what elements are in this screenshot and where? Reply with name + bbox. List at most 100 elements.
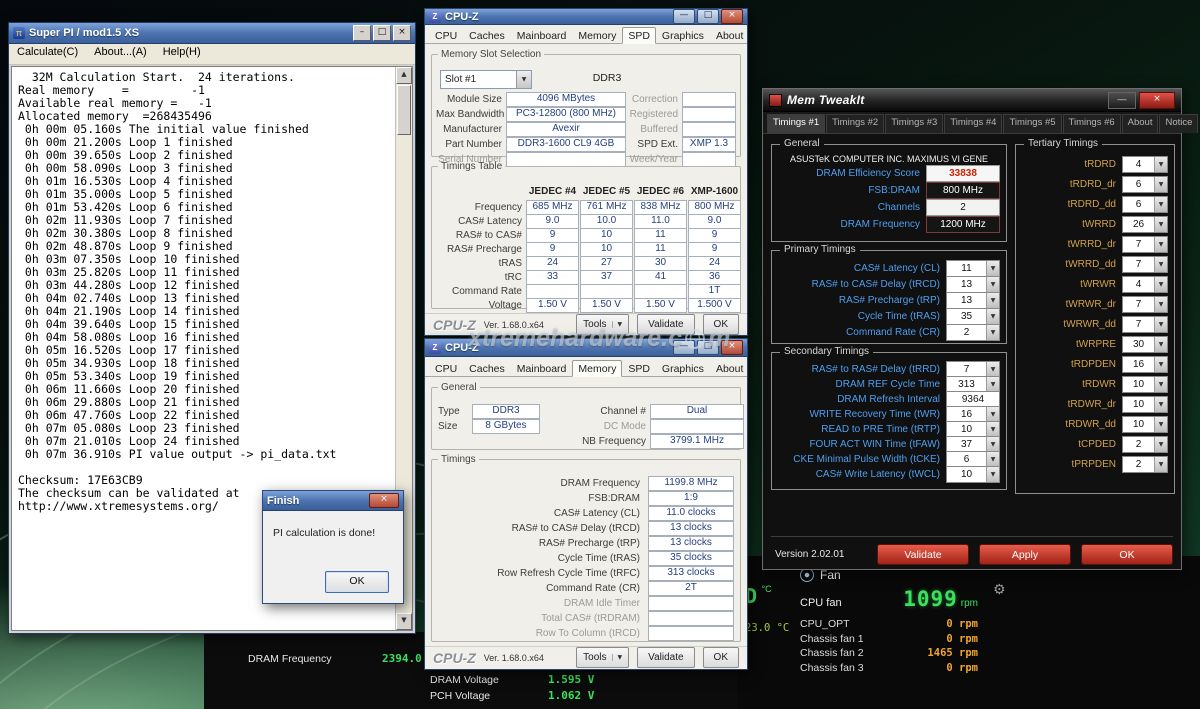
general-row: DRAM Efficiency Score33838 bbox=[772, 165, 1006, 182]
timing-value-combo[interactable]: 26▼ bbox=[1122, 216, 1168, 233]
timing-value-combo[interactable]: 4▼ bbox=[1122, 276, 1168, 293]
timing-value-combo[interactable]: 30▼ bbox=[1122, 336, 1168, 353]
minimize-icon[interactable]: — bbox=[673, 340, 695, 355]
tab-spd[interactable]: SPD bbox=[622, 27, 656, 44]
close-icon[interactable]: × bbox=[721, 340, 743, 355]
memtweakit-tab[interactable]: Timings #5 bbox=[1003, 114, 1061, 133]
gear-icon[interactable]: ⚙ bbox=[993, 582, 1006, 598]
timing-value-combo[interactable]: 10▼ bbox=[1122, 376, 1168, 393]
cpuz-memory-title: CPU-Z bbox=[445, 342, 479, 354]
timing-value-combo[interactable]: 7▼ bbox=[1122, 256, 1168, 273]
tab-graphics[interactable]: Graphics bbox=[656, 360, 710, 377]
maximize-icon[interactable]: □ bbox=[697, 340, 719, 355]
timing-value-combo[interactable]: 2▼ bbox=[946, 324, 1000, 341]
general-group-label: General bbox=[438, 382, 480, 393]
timing-value: 7 bbox=[1123, 259, 1154, 270]
close-icon[interactable]: × bbox=[369, 493, 399, 508]
tab-cpu[interactable]: CPU bbox=[429, 27, 463, 44]
ok-button[interactable]: OK bbox=[325, 571, 389, 593]
timing-value-combo[interactable]: 11▼ bbox=[946, 260, 1000, 277]
close-icon[interactable]: × bbox=[721, 9, 743, 24]
menu-item[interactable]: Calculate(C) bbox=[17, 46, 78, 64]
tools-button[interactable]: Tools ▼ bbox=[576, 314, 629, 335]
dropdown-arrow-icon: ▼ bbox=[1154, 177, 1167, 192]
fan-value: 0 rpm bbox=[946, 662, 978, 674]
timing-value-combo[interactable]: 10▼ bbox=[1122, 396, 1168, 413]
tab-mainboard[interactable]: Mainboard bbox=[511, 360, 573, 377]
tab-cpu[interactable]: CPU bbox=[429, 360, 463, 377]
timing-value-combo[interactable]: 16▼ bbox=[1122, 356, 1168, 373]
finish-titlebar[interactable]: Finish × bbox=[263, 491, 403, 511]
menu-item[interactable]: Help(H) bbox=[163, 46, 201, 64]
minimize-icon[interactable]: — bbox=[673, 9, 695, 24]
cpuz-memory-titlebar[interactable]: Z CPU-Z — □ × bbox=[425, 339, 747, 357]
tab-memory[interactable]: Memory bbox=[572, 27, 622, 44]
timing-value-combo[interactable]: 7▼ bbox=[1122, 316, 1168, 333]
timing-value-combo[interactable]: 6▼ bbox=[1122, 196, 1168, 213]
memtweakit-apply-button[interactable]: Apply bbox=[979, 544, 1071, 565]
dropdown-arrow-icon: ▼ bbox=[612, 321, 623, 328]
tab-caches[interactable]: Caches bbox=[463, 27, 511, 44]
timing-value-combo[interactable]: 4▼ bbox=[1122, 156, 1168, 173]
timing-value-combo[interactable]: 2▼ bbox=[1122, 436, 1168, 453]
close-icon[interactable]: × bbox=[1139, 92, 1175, 109]
timing-label: WRITE Recovery Time (tWR) bbox=[778, 409, 946, 420]
timing-row: tRDRD4▼ bbox=[1016, 154, 1174, 174]
dropdown-arrow-icon[interactable]: ▼ bbox=[516, 71, 531, 88]
cpuz-spd-titlebar[interactable]: Z CPU-Z — □ × bbox=[425, 9, 747, 25]
superpi-titlebar[interactable]: π Super PI / mod1.5 XS – □ × bbox=[9, 23, 415, 44]
timing-label: tRDWR_dd bbox=[1022, 419, 1122, 430]
maximize-icon[interactable]: □ bbox=[373, 25, 391, 41]
timing-value: 6 bbox=[947, 454, 986, 465]
maximize-icon[interactable]: □ bbox=[697, 9, 719, 24]
tab-about[interactable]: About bbox=[710, 27, 749, 44]
memtweakit-tab[interactable]: About bbox=[1122, 114, 1159, 133]
close-icon[interactable]: × bbox=[393, 25, 411, 41]
scrollbar-thumb[interactable] bbox=[397, 85, 411, 135]
memtweakit-tab[interactable]: Timings #3 bbox=[885, 114, 943, 133]
memtweakit-validate-button[interactable]: Validate bbox=[877, 544, 969, 565]
timing-value-combo[interactable]: 6▼ bbox=[1122, 176, 1168, 193]
timing-value: 10 bbox=[947, 424, 986, 435]
tools-button[interactable]: Tools ▼ bbox=[576, 647, 629, 668]
timing-value-combo[interactable]: 13▼ bbox=[946, 276, 1000, 293]
tab-mainboard[interactable]: Mainboard bbox=[511, 27, 573, 44]
scroll-up-icon[interactable]: ▲ bbox=[396, 67, 412, 84]
field-value bbox=[648, 611, 734, 626]
timing-value-combo[interactable]: 13▼ bbox=[946, 292, 1000, 309]
timing-value-combo[interactable]: 7▼ bbox=[1122, 296, 1168, 313]
timing-row: Cycle Time (tRAS)35▼ bbox=[772, 308, 1006, 324]
memtweakit-tab[interactable]: Notice bbox=[1159, 114, 1198, 133]
spd-cell: 685 MHz bbox=[526, 200, 579, 215]
memtweakit-tab[interactable]: Timings #4 bbox=[944, 114, 1002, 133]
minimize-icon[interactable]: — bbox=[1108, 92, 1136, 109]
general-label: FSB:DRAM bbox=[778, 185, 926, 196]
memtweakit-tab[interactable]: Timings #6 bbox=[1063, 114, 1121, 133]
timing-value-combo[interactable]: 2▼ bbox=[1122, 456, 1168, 473]
minimize-icon[interactable]: – bbox=[353, 25, 371, 41]
timing-value-combo[interactable]: 35▼ bbox=[946, 308, 1000, 325]
tab-about[interactable]: About bbox=[710, 360, 749, 377]
menu-item[interactable]: About...(A) bbox=[94, 46, 147, 64]
field-row: FSB:DRAM1:9 bbox=[438, 492, 734, 506]
field-label: Total CAS# (tRDRAM) bbox=[438, 613, 644, 624]
memtweakit-ok-button[interactable]: OK bbox=[1081, 544, 1173, 565]
general-row: DRAM Frequency1200 MHz bbox=[772, 216, 1006, 233]
ok-button[interactable]: OK bbox=[703, 314, 739, 335]
timing-value-combo[interactable]: 10▼ bbox=[1122, 416, 1168, 433]
field-label: NB Frequency bbox=[580, 436, 650, 447]
memtweakit-titlebar[interactable]: Mem TweakIt — × bbox=[763, 89, 1181, 112]
tab-graphics[interactable]: Graphics bbox=[656, 27, 710, 44]
tab-memory[interactable]: Memory bbox=[572, 360, 622, 377]
ok-button[interactable]: OK bbox=[703, 647, 739, 668]
memtweakit-tab[interactable]: Timings #1 bbox=[767, 114, 825, 133]
memtweakit-tab[interactable]: Timings #2 bbox=[826, 114, 884, 133]
timing-value-combo[interactable]: 10▼ bbox=[946, 466, 1000, 483]
scroll-down-icon[interactable]: ▼ bbox=[396, 613, 412, 630]
tab-spd[interactable]: SPD bbox=[622, 360, 656, 377]
validate-button[interactable]: Validate bbox=[637, 314, 694, 335]
validate-button[interactable]: Validate bbox=[637, 647, 694, 668]
slot-select[interactable]: Slot #1 ▼ bbox=[440, 70, 532, 89]
timing-value-combo[interactable]: 7▼ bbox=[1122, 236, 1168, 253]
tab-caches[interactable]: Caches bbox=[463, 360, 511, 377]
